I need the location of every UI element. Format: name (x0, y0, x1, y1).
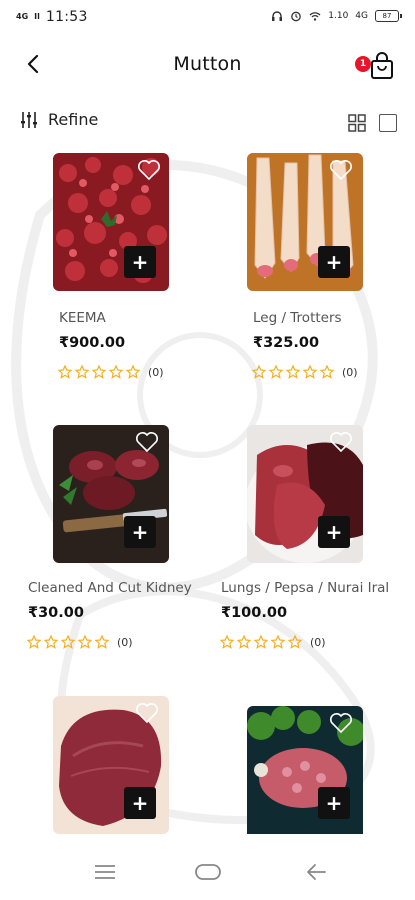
status-time: 11:53 (45, 9, 88, 25)
headphones-icon (272, 11, 283, 21)
back-icon[interactable] (305, 862, 329, 882)
star-icon (92, 365, 106, 379)
star-icon (269, 365, 283, 379)
signal-strength: Il (34, 12, 40, 21)
plus-icon: + (131, 250, 149, 274)
rating-count: (0) (148, 365, 164, 379)
plus-icon: + (325, 250, 343, 274)
alarm-icon (291, 11, 302, 22)
star-icon (109, 365, 123, 379)
star-icon (95, 635, 109, 649)
star-icon (220, 635, 234, 649)
star-icon (286, 365, 300, 379)
network-speed: 1.10 (328, 11, 349, 21)
star-icon (252, 365, 266, 379)
heart-icon[interactable] (329, 159, 353, 181)
status-bar: 4G Il 11:53 1.10 4G 87 (0, 0, 415, 34)
network-type: 4G (16, 12, 29, 21)
wifi-icon (309, 12, 321, 21)
single-view-icon[interactable] (379, 114, 397, 132)
star-icon (58, 365, 72, 379)
refine-button[interactable]: Refine (20, 110, 98, 129)
product-price: ₹100.00 (221, 605, 288, 621)
shopping-bag-icon[interactable] (369, 52, 395, 80)
heart-icon[interactable] (329, 431, 353, 453)
product-rating: (0) (27, 635, 133, 649)
rating-count: (0) (117, 635, 133, 649)
menu-icon[interactable] (93, 862, 117, 882)
star-icon (27, 635, 41, 649)
add-to-cart-button[interactable]: + (318, 246, 350, 278)
star-icon (126, 365, 140, 379)
product-name: Lungs / Pepsa / Nurai Iral (221, 580, 390, 596)
product-name: Cleaned And Cut Kidney (28, 580, 192, 596)
plus-icon: + (325, 791, 343, 815)
add-to-cart-button[interactable]: + (318, 787, 350, 819)
heart-icon[interactable] (135, 431, 159, 453)
star-icon (288, 635, 302, 649)
star-icon (61, 635, 75, 649)
rating-count: (0) (310, 635, 326, 649)
product-price: ₹30.00 (28, 605, 84, 621)
grid-view-icon[interactable] (348, 114, 366, 132)
page-title: Mutton (173, 53, 242, 75)
plus-icon: + (325, 520, 343, 544)
star-icon (303, 365, 317, 379)
product-name: KEEMA (59, 310, 106, 326)
product-rating: (0) (252, 365, 358, 379)
heart-icon[interactable] (137, 159, 161, 181)
star-icon (78, 635, 92, 649)
add-to-cart-button[interactable]: + (124, 787, 156, 819)
battery-level: 87 (382, 12, 392, 20)
product-rating: (0) (58, 365, 164, 379)
star-icon (44, 635, 58, 649)
star-icon (271, 635, 285, 649)
star-icon (237, 635, 251, 649)
network-type-right: 4G (355, 11, 368, 21)
heart-icon[interactable] (329, 712, 353, 734)
product-name: Leg / Trotters (253, 310, 342, 326)
add-to-cart-button[interactable]: + (124, 246, 156, 278)
product-price: ₹900.00 (59, 335, 126, 351)
battery-icon: 87 (375, 10, 402, 22)
add-to-cart-button[interactable]: + (318, 516, 350, 548)
plus-icon: + (131, 791, 149, 815)
plus-icon: + (131, 520, 149, 544)
home-icon[interactable] (194, 862, 222, 882)
star-icon (75, 365, 89, 379)
heart-icon[interactable] (135, 702, 159, 724)
app-header: Mutton 1 (0, 40, 415, 90)
product-rating: (0) (220, 635, 326, 649)
rating-count: (0) (342, 365, 358, 379)
refine-label: Refine (48, 110, 99, 129)
product-price: ₹325.00 (253, 335, 320, 351)
add-to-cart-button[interactable]: + (124, 516, 156, 548)
system-nav-bar (0, 848, 415, 900)
star-icon (320, 365, 334, 379)
sliders-icon (21, 111, 37, 128)
star-icon (254, 635, 268, 649)
